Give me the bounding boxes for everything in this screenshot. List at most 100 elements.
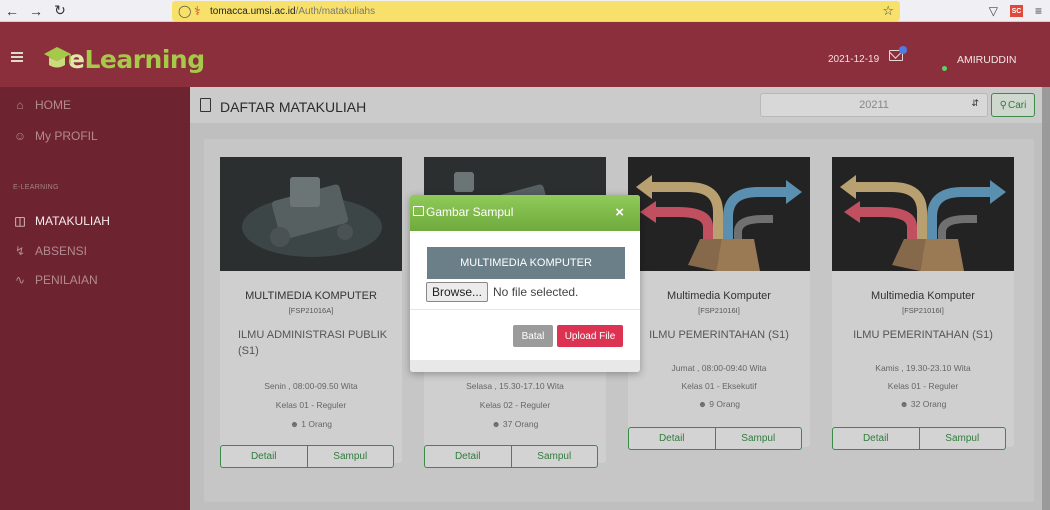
scrollbar[interactable] bbox=[1042, 87, 1050, 510]
users-icon: ☻ bbox=[899, 399, 911, 409]
sidebar-item-matakuliah[interactable]: ◫ MATAKULIAH bbox=[13, 213, 110, 229]
course-code: [FSP21016I] bbox=[698, 306, 740, 315]
course-title: Multimedia Komputer bbox=[667, 290, 771, 302]
course-students: ☻ 9 Orang bbox=[697, 399, 741, 409]
close-icon[interactable]: × bbox=[615, 204, 624, 221]
search-icon: ⚲ bbox=[999, 99, 1007, 111]
course-title: MULTIMEDIA KOMPUTER bbox=[245, 290, 377, 302]
users-icon: ☻ bbox=[289, 419, 302, 429]
cancel-button[interactable]: Batal bbox=[513, 325, 553, 347]
image-icon bbox=[413, 206, 424, 216]
course-schedule: Jumat , 08:00-09:40 Wita bbox=[671, 363, 767, 373]
course-program: ILMU PEMERINTAHAN (S1) bbox=[649, 329, 789, 341]
detail-button[interactable]: Detail bbox=[629, 428, 715, 449]
sidebar-item-label: HOME bbox=[35, 98, 71, 112]
sidebar-item-profil[interactable]: ☺ My PROFIL bbox=[13, 128, 98, 144]
course-cover-image bbox=[220, 157, 402, 271]
pulse-icon: ∿ bbox=[14, 273, 26, 287]
cover-preview: MULTIMEDIA KOMPUTER bbox=[427, 247, 625, 279]
menu-icon[interactable]: ≡ bbox=[1035, 4, 1042, 18]
sampul-button[interactable]: Sampul bbox=[918, 428, 1006, 449]
detail-button[interactable]: Detail bbox=[833, 428, 919, 449]
select-arrow-icon: ⇵ bbox=[971, 98, 979, 108]
hamburger-icon[interactable] bbox=[11, 52, 23, 62]
sampul-button[interactable]: Sampul bbox=[510, 446, 598, 467]
course-schedule: Senin , 08:00-09.50 Wita bbox=[264, 381, 358, 391]
course-card: MULTIMEDIA KOMPUTER [FSP21016A] ILMU ADM… bbox=[220, 157, 402, 468]
page-title: DAFTAR MATAKULIAH bbox=[220, 99, 367, 115]
course-class: Kelas 01 - Eksekutif bbox=[681, 381, 757, 391]
logo-word: Learning bbox=[84, 45, 205, 74]
shield-icon[interactable]: ◯ bbox=[178, 4, 194, 18]
lock-icon[interactable]: ⚕ bbox=[194, 4, 210, 18]
file-icon: ◫ bbox=[14, 214, 26, 228]
modal-divider bbox=[410, 309, 640, 310]
pocket-icon[interactable]: ▽ bbox=[989, 4, 998, 18]
course-students: ☻ 1 Orang bbox=[289, 419, 333, 429]
browse-button[interactable]: Browse... bbox=[426, 282, 489, 302]
graduation-cap-icon bbox=[44, 47, 71, 68]
users-icon: ☻ bbox=[697, 399, 710, 409]
elearning-logo[interactable]: eLearning bbox=[40, 24, 205, 74]
lightning-icon: ↯ bbox=[14, 244, 26, 258]
content-header: DAFTAR MATAKULIAH 20211 ⇵ ⚲ Cari bbox=[190, 87, 1042, 123]
course-cover-image bbox=[832, 157, 1014, 271]
course-schedule: Selasa , 15.30-17.10 Wita bbox=[466, 381, 564, 391]
course-program: ILMU PEMERINTAHAN (S1) bbox=[853, 329, 993, 341]
course-class: Kelas 01 - Reguler bbox=[887, 381, 959, 391]
browser-toolbar: ← → ↻ ◯ ⚕ tomacca.umsi.ac.id/Auth/mataku… bbox=[0, 0, 1050, 22]
detail-button[interactable]: Detail bbox=[221, 446, 307, 467]
cover-image-modal: Gambar Sampul × MULTIMEDIA KOMPUTER Brow… bbox=[410, 195, 640, 372]
course-class: Kelas 02 - Reguler bbox=[479, 400, 551, 410]
course-class: Kelas 01 - Reguler bbox=[275, 400, 347, 410]
sidebar-item-absensi[interactable]: ↯ ABSENSI bbox=[13, 243, 87, 259]
card-actions: Detail Sampul bbox=[628, 427, 802, 450]
user-name[interactable]: AMIRUDDIN bbox=[957, 54, 1017, 66]
sidebar-item-label: PENILAIAN bbox=[35, 273, 98, 287]
sidebar-section-label: E-LEARNING bbox=[13, 184, 59, 191]
modal-footer bbox=[410, 360, 640, 372]
file-icon bbox=[200, 98, 211, 112]
url-text[interactable]: tomacca.umsi.ac.id/Auth/matakuliahs bbox=[210, 6, 375, 17]
card-actions: Detail Sampul bbox=[424, 445, 598, 468]
online-status-dot bbox=[942, 66, 947, 71]
course-cover-image bbox=[628, 157, 810, 271]
sidebar-item-label: MATAKULIAH bbox=[35, 214, 110, 228]
search-button[interactable]: ⚲ Cari bbox=[991, 93, 1035, 117]
modal-title: Gambar Sampul bbox=[426, 205, 514, 219]
extension-icon[interactable]: SC bbox=[1009, 5, 1023, 17]
course-students: ☻ 32 Orang bbox=[899, 399, 947, 409]
user-icon: ☺ bbox=[13, 129, 27, 143]
course-card: Multimedia Komputer [FSP21016I] ILMU PEM… bbox=[628, 157, 810, 450]
app-header: eLearning 2021-12-19 AMIRUDDIN bbox=[0, 22, 1050, 87]
sampul-button[interactable]: Sampul bbox=[714, 428, 802, 449]
notification-badge bbox=[899, 46, 907, 54]
header-date: 2021-12-19 bbox=[828, 54, 880, 65]
modal-header: Gambar Sampul × bbox=[410, 195, 640, 231]
sidebar-item-label: My PROFIL bbox=[35, 129, 98, 143]
reload-icon[interactable]: ↻ bbox=[48, 0, 72, 22]
sidebar-item-home[interactable]: ⌂ HOME bbox=[13, 97, 71, 113]
card-actions: Detail Sampul bbox=[220, 445, 394, 468]
users-icon: ☻ bbox=[491, 419, 503, 429]
course-title: Multimedia Komputer bbox=[871, 290, 975, 302]
course-students: ☻ 37 Orang bbox=[491, 419, 539, 429]
upload-file-button[interactable]: Upload File bbox=[557, 325, 623, 347]
card-actions: Detail Sampul bbox=[832, 427, 1006, 450]
sampul-button[interactable]: Sampul bbox=[306, 446, 394, 467]
sidebar: ⌂ HOME ☺ My PROFIL E-LEARNING ◫ MATAKULI… bbox=[0, 87, 190, 510]
sidebar-item-penilaian[interactable]: ∿ PENILAIAN bbox=[13, 272, 98, 288]
back-icon[interactable]: ← bbox=[0, 0, 24, 22]
detail-button[interactable]: Detail bbox=[425, 446, 511, 467]
forward-icon[interactable]: → bbox=[24, 0, 48, 22]
course-schedule: Kamis , 19.30-23.10 Wita bbox=[875, 363, 971, 373]
semester-select[interactable]: 20211 ⇵ bbox=[760, 93, 988, 117]
course-card: Multimedia Komputer [FSP21016I] ILMU PEM… bbox=[832, 157, 1014, 450]
course-program: ILMU ADMINISTRASI PUBLIK (S1) bbox=[238, 329, 388, 357]
file-input: Browse... No file selected. bbox=[426, 282, 578, 302]
address-bar[interactable]: ◯ ⚕ tomacca.umsi.ac.id/Auth/matakuliahs … bbox=[172, 1, 900, 21]
course-code: [FSP21016A] bbox=[288, 306, 334, 315]
file-status: No file selected. bbox=[493, 285, 579, 299]
star-icon[interactable]: ☆ bbox=[882, 3, 894, 19]
sidebar-item-label: ABSENSI bbox=[35, 244, 88, 258]
